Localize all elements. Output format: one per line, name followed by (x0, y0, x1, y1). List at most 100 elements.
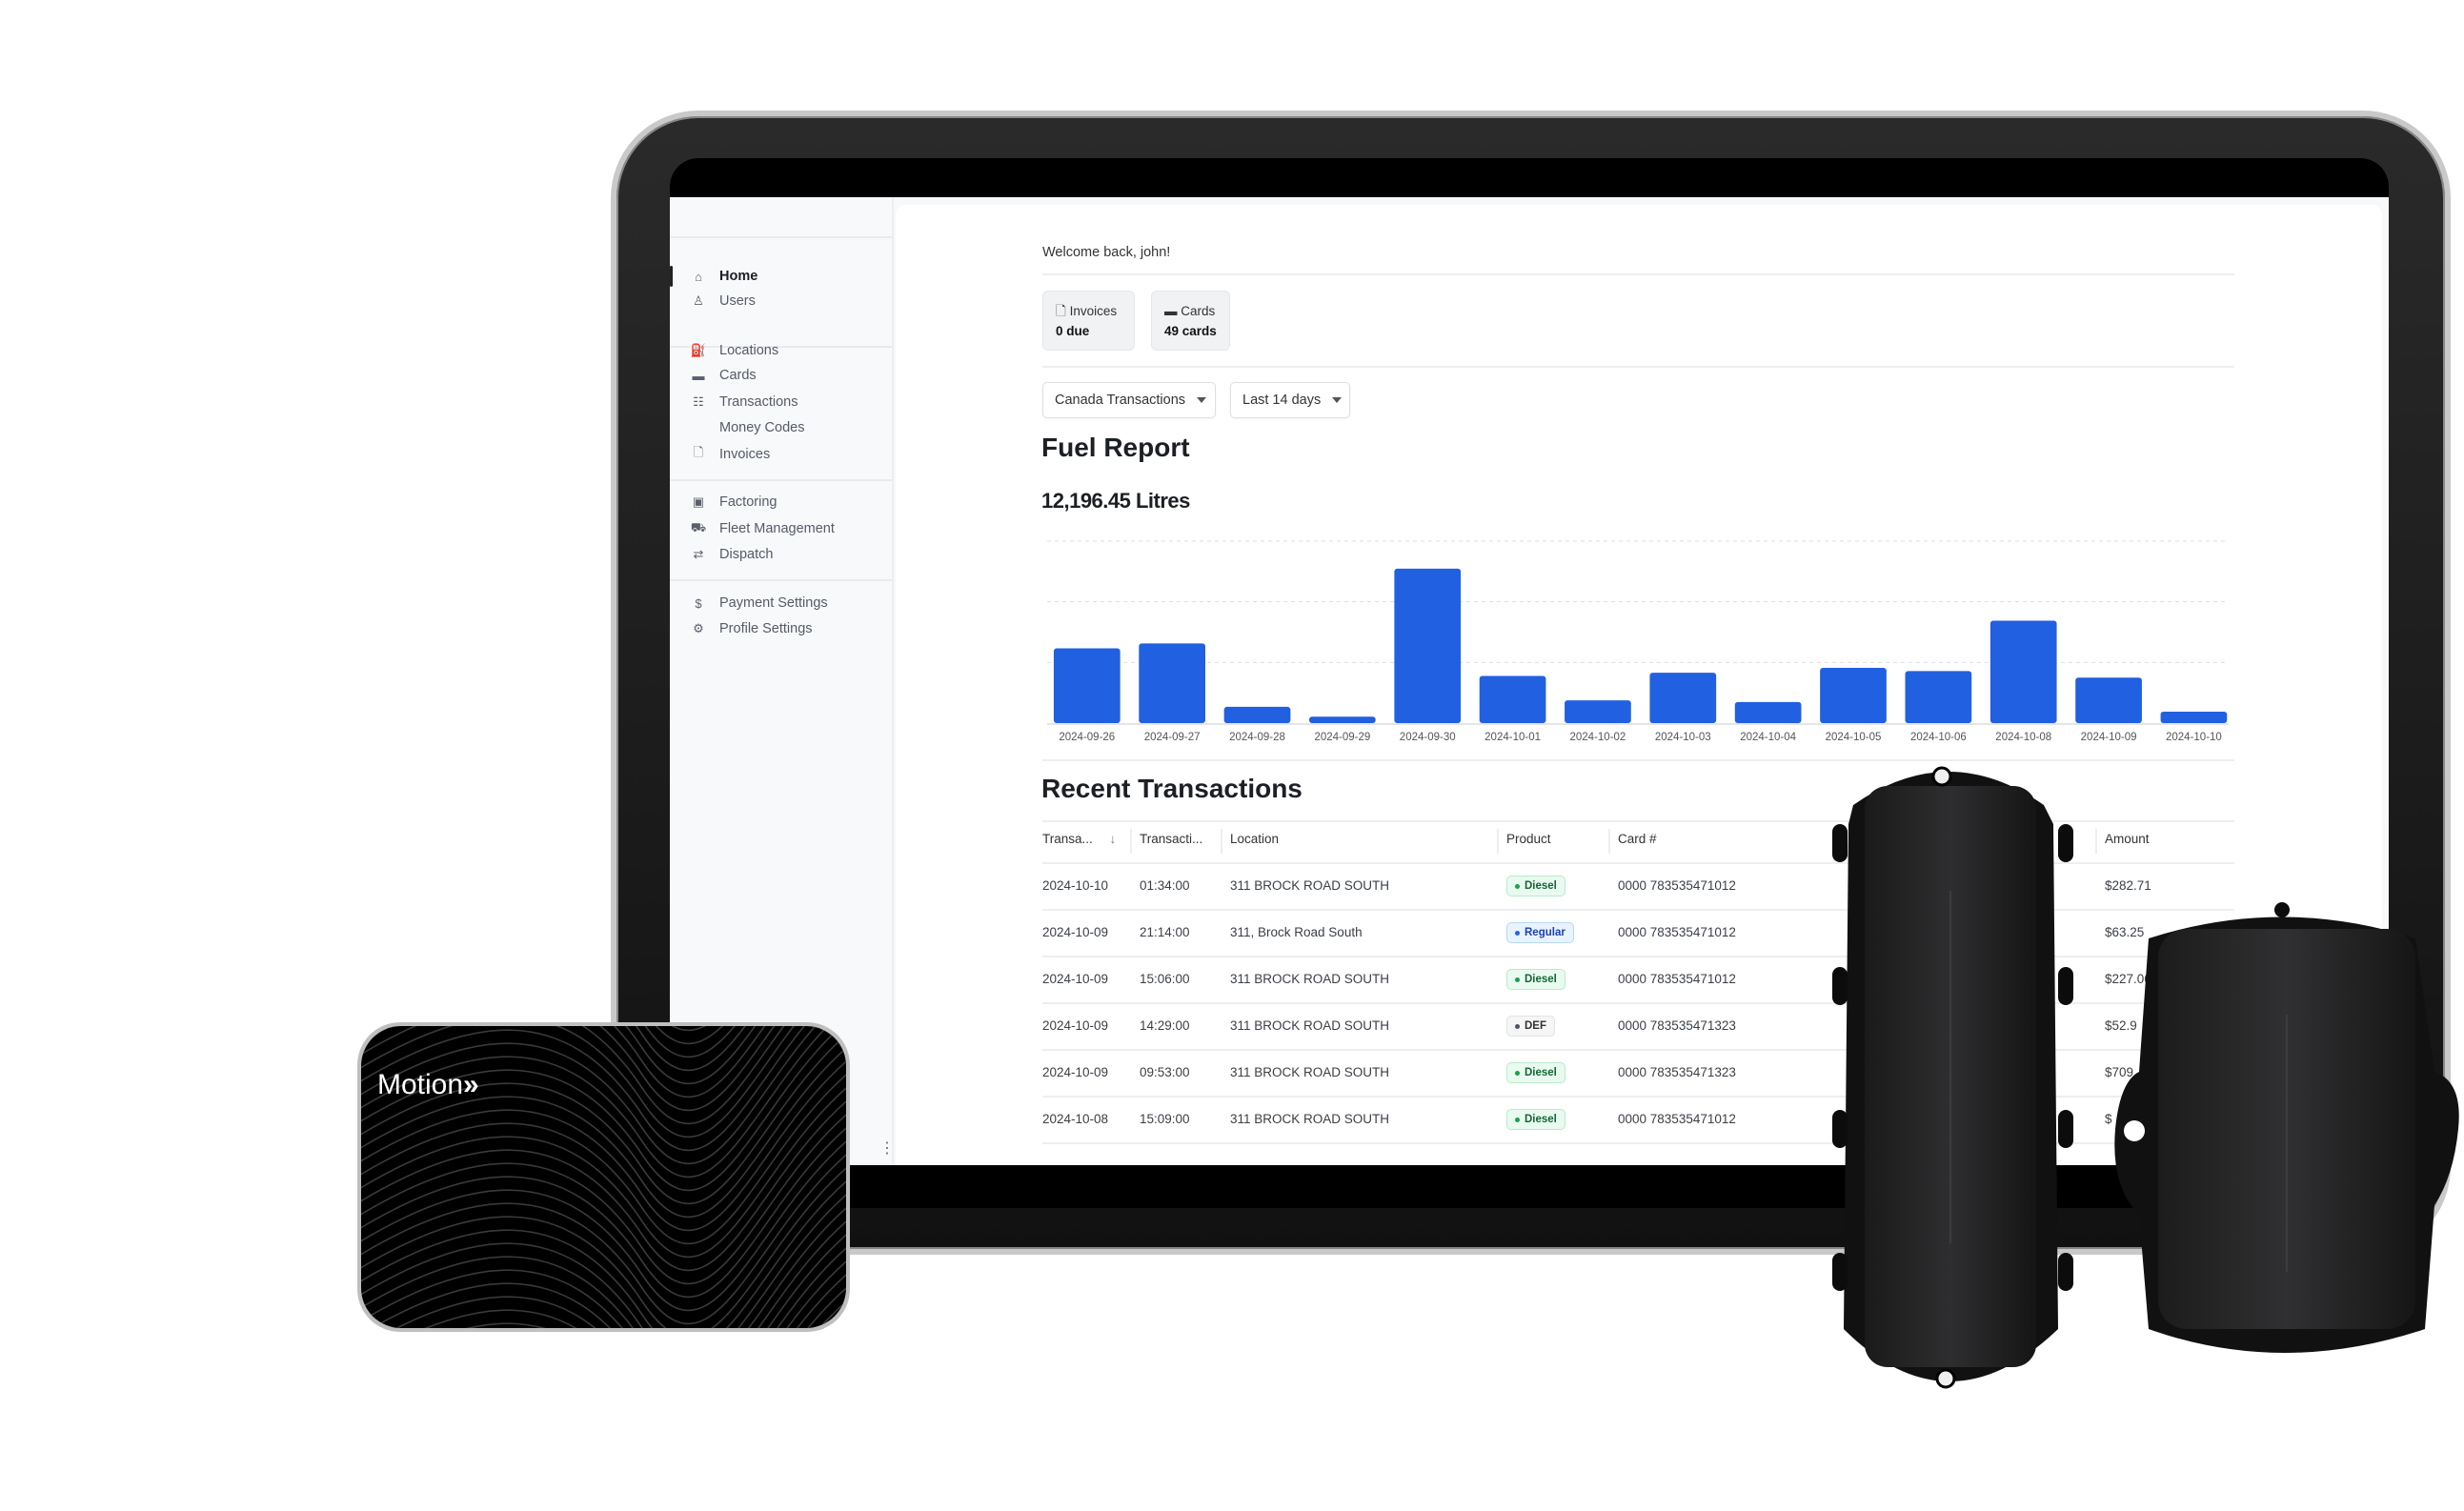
bar-2024-10-04[interactable] (1734, 701, 1802, 723)
x-tick-label: 2024-09-30 (1400, 732, 1456, 743)
invoices-stat-card[interactable]: 🗋 Invoices 0 due (1042, 291, 1135, 351)
bar-2024-10-08[interactable] (1989, 620, 2057, 723)
cell-card: 0000 783535471012 (1618, 878, 1736, 893)
column-divider[interactable] (1608, 829, 1610, 854)
cell-card: 0000 783535471323 (1618, 1018, 1736, 1033)
welcome-message: Welcome back, john! (1042, 245, 1171, 260)
column-divider[interactable] (1497, 829, 1499, 854)
cell-location: 311, Brock Road South (1230, 925, 1363, 939)
cell-date: 2024-10-08 (1042, 1112, 1109, 1126)
x-tick-label: 2024-09-29 (1314, 732, 1370, 743)
x-tick-label: 2024-09-28 (1229, 732, 1285, 743)
x-tick-label: 2024-10-08 (1995, 732, 2051, 743)
status-dot-icon (1515, 930, 1520, 936)
document-icon: 🗋 (1056, 304, 1066, 318)
chevrons-icon: » (463, 1069, 479, 1100)
fuel-report-title: Fuel Report (1041, 433, 1190, 462)
x-tick-label: 2024-10-03 (1655, 732, 1711, 743)
gps-tracker-device-small (2114, 902, 2459, 1353)
cell-time: 15:06:00 (1140, 972, 1190, 986)
cell-card: 0000 783535471012 (1618, 925, 1736, 939)
bar-2024-10-03[interactable] (1649, 673, 1717, 723)
product-badge: Diesel (1506, 876, 1565, 897)
recent-transactions-title: Recent Transactions (1041, 774, 1303, 803)
motion-logo-text: Motion (377, 1069, 464, 1100)
column-header-label: Card # (1618, 832, 1657, 846)
bar-2024-10-05[interactable] (1820, 667, 1887, 723)
column-divider[interactable] (1130, 829, 1132, 854)
caret-down-icon (1332, 397, 1343, 403)
cell-location: 311 BROCK ROAD SOUTH (1230, 972, 1390, 986)
bar-2024-10-10[interactable] (2160, 712, 2228, 723)
column-header-label: Amount (2105, 832, 2150, 846)
account-dropdown[interactable]: Canada Transactions (1042, 382, 1216, 418)
cell-location: 311 BROCK ROAD SOUTH (1230, 1065, 1390, 1079)
cell-date: 2024-10-10 (1042, 878, 1109, 893)
column-header-4[interactable]: Card # (1618, 832, 1657, 846)
product-badge: Diesel (1506, 1109, 1565, 1130)
fuel-bar-chart: 2024-09-26 2024-09-27 2024-09-28 2024-09-29… (1042, 534, 2234, 753)
cell-location: 311 BROCK ROAD SOUTH (1230, 878, 1390, 893)
divider (1042, 273, 2234, 275)
bar-2024-10-06[interactable] (1905, 671, 1972, 723)
cell-time: 15:09:00 (1140, 1112, 1190, 1126)
cell-location: 311 BROCK ROAD SOUTH (1230, 1112, 1390, 1126)
status-dot-icon (1515, 977, 1520, 982)
column-header-5[interactable]: Amount (2105, 832, 2150, 846)
column-header-3[interactable]: Product (1506, 832, 1551, 846)
product-label: Regular (1525, 927, 1565, 938)
date-range-dropdown[interactable]: Last 14 days (1230, 382, 1350, 418)
status-dot-icon (1515, 1070, 1520, 1076)
product-badge: Diesel (1506, 1062, 1565, 1083)
bar-2024-10-02[interactable] (1565, 700, 1631, 723)
x-tick-label: 2024-10-10 (2166, 732, 2222, 743)
status-dot-icon (1515, 883, 1520, 889)
column-header-2[interactable]: Location (1230, 832, 1279, 846)
column-header-label: Transa... (1042, 832, 1093, 846)
column-header-label: Location (1230, 832, 1280, 846)
bar-2024-10-01[interactable] (1479, 675, 1546, 723)
cell-location: 311 BROCK ROAD SOUTH (1230, 1018, 1390, 1033)
cards-value: 49 cards (1164, 324, 1217, 338)
x-tick-label: 2024-10-04 (1740, 732, 1796, 743)
status-dot-icon (1515, 1023, 1520, 1029)
x-tick-label: 2024-09-27 (1144, 732, 1201, 743)
column-header-1[interactable]: Transacti... (1140, 832, 1202, 846)
bar-2024-09-26[interactable] (1053, 648, 1121, 723)
card-icon: ▬ (1164, 304, 1178, 318)
bar-2024-09-29[interactable] (1309, 716, 1376, 723)
divider (1042, 366, 2234, 368)
sort-arrow-down-icon[interactable]: ↓ (1110, 832, 1117, 846)
product-label: Diesel (1525, 1067, 1557, 1078)
product-label: Diesel (1525, 1114, 1557, 1125)
account-dropdown-value: Canada Transactions (1055, 393, 1186, 408)
product-badge: Regular (1506, 922, 1574, 943)
cell-date: 2024-10-09 (1042, 925, 1109, 939)
bar-2024-09-30[interactable] (1394, 568, 1462, 723)
cell-card: 0000 783535471012 (1618, 1112, 1736, 1126)
cell-time: 01:34:00 (1140, 878, 1190, 893)
cell-card: 0000 783535471323 (1618, 1065, 1736, 1079)
product-label: Diesel (1525, 880, 1557, 892)
bar-2024-09-27[interactable] (1139, 643, 1205, 723)
status-dot-icon (1515, 1117, 1520, 1122)
product-label: DEF (1525, 1020, 1546, 1032)
cell-date: 2024-10-09 (1042, 1065, 1109, 1079)
motion-logo: Motion» (377, 1069, 479, 1101)
cell-time: 09:53:00 (1140, 1065, 1190, 1079)
column-header-label: Product (1506, 832, 1551, 846)
column-header-0[interactable]: Transa... ↓ (1042, 832, 1116, 846)
column-divider[interactable] (1221, 829, 1222, 854)
product-label: Diesel (1525, 974, 1557, 985)
column-header-label: Transacti... (1140, 832, 1203, 846)
bar-2024-09-28[interactable] (1223, 706, 1291, 723)
cards-label: Cards (1181, 304, 1216, 318)
invoices-value: 0 due (1056, 324, 1090, 338)
bar-2024-10-09[interactable] (2075, 677, 2142, 723)
x-tick-label: 2024-10-02 (1570, 732, 1626, 743)
cards-stat-card[interactable]: ▬ Cards 49 cards (1151, 291, 1230, 351)
x-tick-label: 2024-10-09 (2081, 732, 2137, 743)
x-tick-label: 2024-09-26 (1059, 732, 1115, 743)
cell-date: 2024-10-09 (1042, 1018, 1109, 1033)
product-badge: Diesel (1506, 969, 1565, 990)
